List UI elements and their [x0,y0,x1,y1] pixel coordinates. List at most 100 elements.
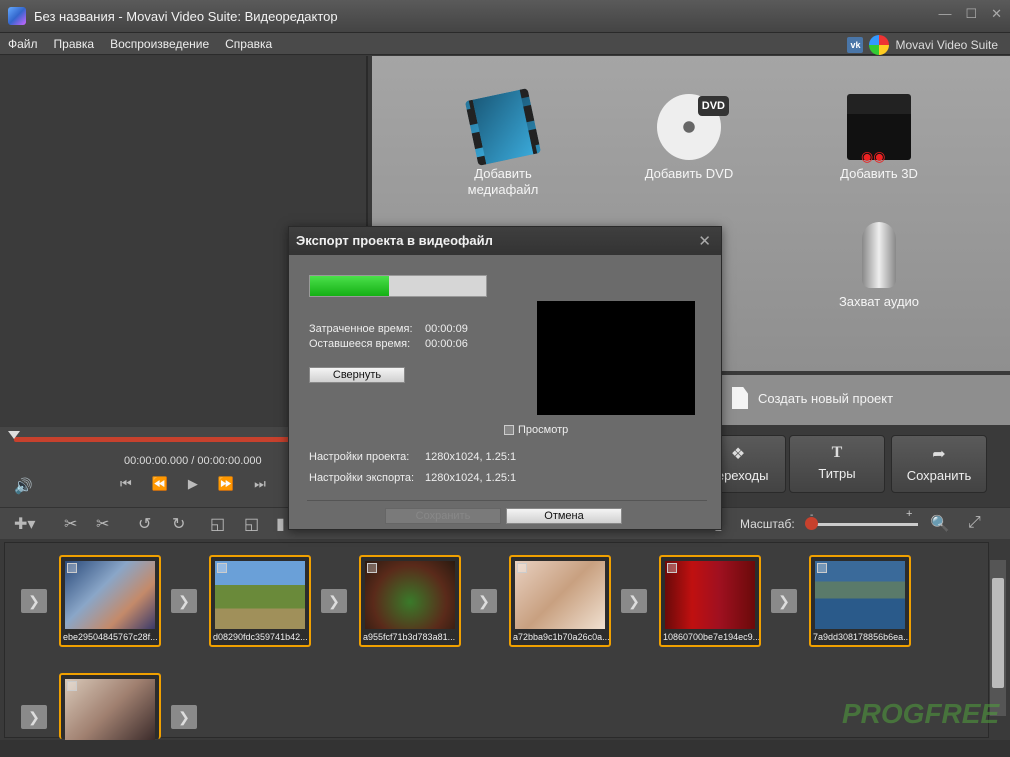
export-icon: ➦ [932,446,946,463]
menu-playback[interactable]: Воспроизведение [102,37,217,51]
titles-icon: T [831,444,843,461]
rewind-icon[interactable]: ⏪ [152,476,168,492]
maximize-window-icon[interactable]: ☐ [965,6,977,22]
playback-timecode: 00:00:00.000 / 00:00:00.000 [124,455,262,467]
dialog-title-bar: Экспорт проекта в видеофайл ✕ [289,227,721,255]
clip[interactable]: d08290fdc359741b42... [209,555,311,647]
zoom-plus: + [906,508,913,520]
skip-start-icon[interactable]: ⏮ [120,476,132,492]
export-preview [537,301,695,415]
minimize-window-icon[interactable]: — [938,6,951,22]
dialog-close-icon[interactable]: ✕ [698,232,711,250]
clip[interactable]: a72bba9c1b70a26c0a... [509,555,611,647]
new-project-label: Создать новый проект [758,391,894,406]
add-dvd-label: Добавить DVD [644,166,734,181]
effects-icon[interactable]: ◱ [244,514,259,534]
transition-arrow[interactable]: ❯ [621,589,647,613]
rotate-right-icon[interactable]: ↻ [172,514,185,534]
clip-name: a955fcf71b3d783a81... [363,632,456,642]
volume-icon[interactable]: 🔊 [14,477,33,495]
capture-audio-label: Захват аудио [838,294,920,309]
cut-icon[interactable]: ✂ [64,514,77,534]
capture-audio-button[interactable]: Захват аудио [824,222,934,310]
dialog-save-button[interactable]: Сохранить [385,508,501,524]
clip-name: a72bba9c1b70a26c0a... [513,632,609,642]
menu-file[interactable]: Файл [0,37,46,51]
clip[interactable]: a955fcf71b3d783a81... [359,555,461,647]
menu-help[interactable]: Справка [217,37,280,51]
play-icon[interactable]: ▶ [188,476,198,492]
preview-checkbox[interactable] [504,425,514,435]
clip-name: 7a9dd308178856b6ea... [813,632,909,642]
close-window-icon[interactable]: ✕ [991,6,1002,22]
seek-marker-icon[interactable] [8,431,20,439]
vk-icon[interactable]: vk [847,37,864,53]
clip-name: ebe29504845767c28f... [63,632,158,642]
transition-arrow[interactable]: ❯ [21,705,47,729]
add-icon[interactable]: ✚▾ [14,514,35,534]
skip-end-icon[interactable]: ⏭ [254,476,266,492]
save-button[interactable]: ➦ Сохранить [891,435,987,493]
save-label: Сохранить [906,468,972,483]
microphone-icon [862,222,896,288]
dvd-badge: DVD [697,96,729,116]
transition-arrow[interactable]: ❯ [321,589,347,613]
add-dvd-button[interactable]: DVD Добавить DVD [634,94,744,182]
clapperboard-3d-icon: ◉◉ [847,94,911,164]
dialog-cancel-button[interactable]: Отмена [506,508,622,524]
fast-forward-icon[interactable]: ⏩ [218,476,234,492]
minimize-button[interactable]: Свернуть [309,367,405,383]
horizontal-scrollbar[interactable] [0,740,1010,757]
clip[interactable]: 7a9dd308178856b6ea... [809,555,911,647]
rotate-left-icon[interactable]: ↺ [138,514,151,534]
export-progress-bar [309,275,487,297]
export-settings-label: Настройки экспорта: [309,472,415,484]
clip[interactable]: ebe29504845767c28f... [59,555,161,647]
export-progress-fill [310,276,390,296]
add-3d-label: Добавить 3D [840,166,918,181]
clip[interactable]: 10860700be7e194ec9... [659,555,761,647]
clip-name: d08290fdc359741b42... [213,632,308,642]
remaining-time-label: Оставшееся время: [309,338,411,350]
fit-to-window-icon[interactable]: ⤢ [968,514,981,532]
new-document-icon [732,387,748,409]
transition-arrow[interactable]: ❯ [471,589,497,613]
titles-label: Титры [818,466,856,481]
zoom-slider-handle[interactable] [805,517,818,530]
elapsed-time-label: Затраченное время: [309,323,413,335]
zoom-slider[interactable] [808,523,918,526]
scrollbar-thumb[interactable] [992,578,1004,688]
add-media-file-label: Добавить медиафайл [467,166,539,197]
dvd-icon: DVD [657,94,729,160]
export-settings-value: 1280x1024, 1.25:1 [425,472,517,484]
dialog-separator [307,500,707,501]
transition-arrow[interactable]: ❯ [171,705,197,729]
export-dialog: Экспорт проекта в видеофайл ✕ Затраченно… [288,226,722,530]
app-icon [8,7,26,25]
zoom-label: Масштаб: [740,517,795,531]
remaining-time-value: 00:00:06 [425,338,468,350]
transition-arrow[interactable]: ❯ [21,589,47,613]
preview-checkbox-label: Просмотр [518,424,569,436]
add-media-file-button[interactable]: Добавить медиафайл [448,88,558,198]
elapsed-time-value: 00:00:09 [425,323,468,335]
brand: vk Movavi Video Suite [847,35,998,55]
storyboard-scrollbar[interactable] [990,560,1006,716]
clip[interactable] [59,673,161,741]
project-settings-value: 1280x1024, 1.25:1 [425,451,517,463]
menu-edit[interactable]: Правка [46,37,103,51]
film-strip-icon [464,88,542,166]
menu-bar: Файл Правка Воспроизведение Справка vk M… [0,33,1010,55]
add-3d-button[interactable]: ◉◉ Добавить 3D [824,94,934,182]
transition-arrow[interactable]: ❯ [771,589,797,613]
titles-button[interactable]: T Титры [789,435,885,493]
frame-icon[interactable]: ▮ [276,514,285,534]
dialog-title: Экспорт проекта в видеофайл [296,233,493,248]
delete-cut-icon[interactable]: ✂ [96,514,109,534]
zoom-magnifier-icon[interactable]: 🔍 [930,514,950,534]
transition-arrow[interactable]: ❯ [171,589,197,613]
watermark: PROGFREE [842,698,1000,729]
crop-icon[interactable]: ◱ [210,514,225,534]
brand-name: Movavi Video Suite [895,38,998,52]
window-title: Без названия - Movavi Video Suite: Видео… [34,8,338,24]
